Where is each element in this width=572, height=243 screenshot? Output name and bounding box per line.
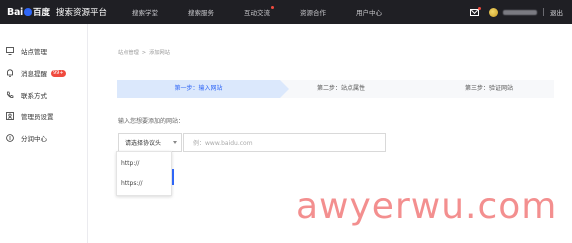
sidebar-item-site-management[interactable]: 站点管理: [0, 45, 88, 57]
sidebar-item-revenue-share[interactable]: 分润中心: [0, 132, 88, 144]
sidebar-item-label: 消息提醒: [21, 70, 47, 78]
breadcrumb-current: 添加网站: [149, 50, 170, 56]
divider: [543, 8, 544, 16]
logo-text-cn: 百度: [33, 8, 51, 18]
nav-item-user-center[interactable]: 用户中心: [356, 7, 382, 17]
username-blurred[interactable]: [503, 9, 537, 15]
step-progress: 第一步：输入网站 第二步：站点属性 第三步：验证网站: [117, 80, 554, 98]
protocol-option-http[interactable]: http://: [121, 160, 139, 167]
nav-item-cooperation[interactable]: 资源合作: [300, 7, 326, 17]
nav-item-learning[interactable]: 搜索学堂: [132, 7, 158, 17]
bell-icon: [7, 69, 13, 77]
step-2: 第二步：站点属性: [317, 85, 366, 92]
logo-text: Bai: [7, 6, 24, 18]
user-area: 退出: [470, 0, 572, 24]
url-prompt-label: 输入您想要添加的网站：: [118, 118, 185, 125]
sidebar-item-label: 站点管理: [21, 48, 47, 56]
message-count-badge: 99+: [51, 69, 66, 77]
protocol-select[interactable]: 请选择协议头: [118, 133, 182, 152]
breadcrumb-separator: >: [141, 50, 147, 56]
avatar[interactable]: [489, 7, 498, 17]
site-url-input[interactable]: 例：www.baidu.com: [183, 133, 386, 152]
protocol-dropdown-menu: http:// https://: [116, 151, 172, 196]
admin-icon: [6, 112, 14, 120]
site-name[interactable]: 搜索资源平台: [56, 6, 107, 18]
protocol-select-label: 请选择协议头: [125, 140, 162, 147]
coin-icon: [6, 134, 14, 142]
sidebar: 站点管理 消息提醒 99+ 联系方式 管理员设置 分润中心: [0, 24, 88, 243]
site-url-placeholder: 例：www.baidu.com: [193, 140, 253, 147]
step-3: 第三步：验证网站: [465, 85, 514, 92]
sidebar-item-label: 联系方式: [21, 92, 47, 100]
breadcrumb: 站点管理 > 添加网站: [118, 49, 170, 56]
logout-link[interactable]: 退出: [550, 7, 563, 17]
unread-dot: [478, 6, 481, 10]
submit-button-edge[interactable]: [172, 169, 174, 185]
step-1-active: 第一步：输入网站: [117, 80, 289, 98]
watermark: awyerwu.com: [296, 186, 558, 227]
sidebar-item-contact[interactable]: 联系方式: [0, 89, 88, 101]
chevron-down-icon: [173, 141, 177, 144]
paw-icon: [24, 8, 33, 16]
phone-icon: [6, 91, 14, 98]
monitor-icon: [6, 47, 14, 55]
sidebar-item-label: 管理员设置: [21, 113, 54, 121]
baidu-logo[interactable]: Bai 百度: [7, 6, 51, 19]
top-navbar: Bai 百度 搜索资源平台 搜索学堂 搜索服务 互动交流 资源合作 用户中心 退…: [0, 0, 572, 24]
breadcrumb-root[interactable]: 站点管理: [118, 50, 139, 56]
sidebar-item-label: 分润中心: [21, 135, 47, 143]
sidebar-item-admin-settings[interactable]: 管理员设置: [0, 110, 88, 122]
main-nav: 搜索学堂 搜索服务 互动交流 资源合作 用户中心: [132, 6, 382, 17]
nav-item-community[interactable]: 互动交流: [244, 6, 275, 17]
mail-icon[interactable]: [470, 6, 481, 16]
sidebar-item-messages[interactable]: 消息提醒 99+: [0, 67, 88, 79]
protocol-option-https[interactable]: https://: [121, 180, 143, 187]
nav-item-services[interactable]: 搜索服务: [188, 7, 214, 17]
